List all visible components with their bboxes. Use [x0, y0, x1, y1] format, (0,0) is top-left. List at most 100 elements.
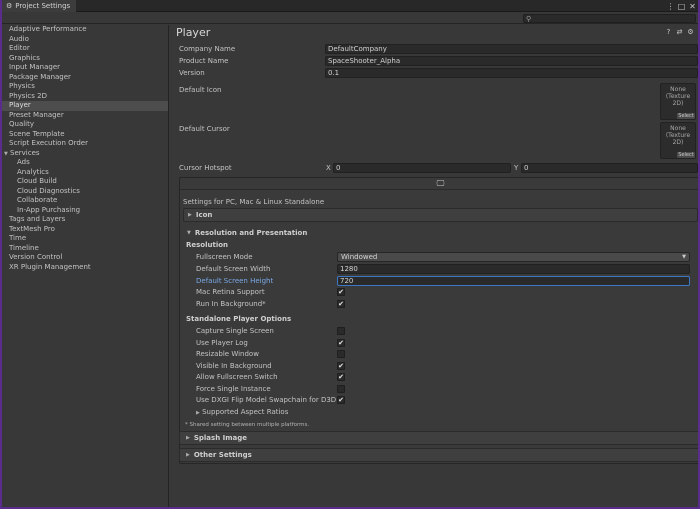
product-name-label: Product Name: [179, 57, 229, 65]
use-dxgi-flip-model-checkbox[interactable]: ✔: [337, 396, 345, 404]
default-cursor-none: None (Texture 2D): [661, 125, 695, 146]
sidebar-item-time[interactable]: Time: [2, 234, 168, 244]
default-icon-select-button[interactable]: Select: [677, 113, 695, 119]
search-bar: ⚲: [2, 12, 698, 24]
resizable-window-label: Resizable Window: [196, 350, 259, 358]
hotspot-x-field[interactable]: 0: [333, 163, 511, 173]
sidebar-item-physics[interactable]: Physics: [2, 82, 168, 92]
splash-image-section-header[interactable]: ▶ Splash Image: [179, 431, 698, 445]
sidebar-item-services[interactable]: ▼ Services: [2, 149, 168, 159]
splash-image-label: Splash Image: [193, 434, 248, 442]
sidebar-item-cloud-build[interactable]: Cloud Build: [2, 177, 168, 187]
close-icon[interactable]: ✕: [687, 0, 698, 12]
sidebar-item-collaborate[interactable]: Collaborate: [2, 196, 168, 206]
sidebar-item-tags-and-layers[interactable]: Tags and Layers: [2, 215, 168, 225]
search-icon: ⚲: [526, 14, 532, 23]
title-bar: ⚙ Project Settings ⋮ □ ✕: [2, 0, 698, 12]
company-name-label: Company Name: [179, 45, 236, 53]
search-input[interactable]: ⚲: [523, 14, 696, 23]
gear-icon[interactable]: ⚙: [687, 28, 694, 36]
resolution-section-header[interactable]: ▼ Resolution and Presentation: [183, 226, 698, 240]
sidebar-item-xr-plugin-management[interactable]: XR Plugin Management: [2, 263, 168, 273]
caret-right-icon: ▶: [186, 452, 190, 458]
sidebar-item-input-manager[interactable]: Input Manager: [2, 63, 168, 73]
default-cursor-none-text: None: [670, 125, 686, 132]
sidebar-item-player[interactable]: Player: [2, 101, 168, 111]
sidebar-item-ads[interactable]: Ads: [2, 158, 168, 168]
chevron-down-icon: ▼: [682, 254, 686, 260]
version-label: Version: [179, 69, 205, 77]
sidebar-item-audio[interactable]: Audio: [2, 35, 168, 45]
other-settings-label: Other Settings: [193, 451, 252, 459]
page-title: Player: [176, 26, 211, 39]
default-icon-slot[interactable]: None (Texture 2D) Select: [660, 83, 696, 120]
sidebar-item-adaptive-performance[interactable]: Adaptive Performance: [2, 25, 168, 35]
sidebar-item-analytics[interactable]: Analytics: [2, 168, 168, 178]
force-single-instance-label: Force Single Instance: [196, 385, 271, 393]
sidebar-item-cloud-diagnostics[interactable]: Cloud Diagnostics: [2, 187, 168, 197]
sidebar-item-package-manager[interactable]: Package Manager: [2, 73, 168, 83]
capture-single-screen-checkbox[interactable]: [337, 327, 345, 335]
fullscreen-mode-label: Fullscreen Mode: [196, 253, 253, 261]
help-icon[interactable]: ?: [665, 28, 672, 36]
caret-right-icon: ▶: [196, 410, 200, 416]
use-dxgi-flip-model-label: Use DXGI Flip Model Swapchain for D3D11: [196, 396, 346, 404]
default-icon-none: None (Texture 2D): [661, 86, 695, 107]
platform-settings-panel: 🖵 Settings for PC, Mac & Linux Standalon…: [179, 177, 698, 464]
standalone-options-subheader: Standalone Player Options: [186, 315, 292, 323]
visible-in-background-label: Visible In Background: [196, 362, 272, 370]
default-screen-height-label: Default Screen Height: [196, 277, 274, 285]
default-screen-width-field[interactable]: 1280: [337, 264, 690, 274]
platform-settings-title: Settings for PC, Mac & Linux Standalone: [183, 198, 325, 206]
fullscreen-mode-dropdown[interactable]: Windowed ▼: [337, 252, 690, 262]
sidebar-item-editor[interactable]: Editor: [2, 44, 168, 54]
preset-icon[interactable]: ⇄: [676, 28, 683, 36]
hotspot-y-field[interactable]: 0: [521, 163, 698, 173]
caret-right-icon: ▶: [188, 212, 192, 218]
product-name-field[interactable]: SpaceShooter_Alpha: [325, 56, 698, 66]
resolution-subheader: Resolution: [186, 241, 229, 249]
allow-fullscreen-switch-label: Allow Fullscreen Switch: [196, 373, 278, 381]
resizable-window-checkbox[interactable]: [337, 350, 345, 358]
caret-right-icon: ▶: [186, 435, 190, 441]
standalone-platform-tab[interactable]: 🖵: [180, 178, 698, 190]
icon-section-header[interactable]: ▶ Icon: [183, 208, 698, 222]
sidebar-item-physics-2d[interactable]: Physics 2D: [2, 92, 168, 102]
default-screen-height-field[interactable]: 720: [337, 276, 690, 286]
allow-fullscreen-switch-checkbox[interactable]: ✔: [337, 373, 345, 381]
header-icons: ? ⇄ ⚙: [665, 28, 694, 36]
default-screen-width-label: Default Screen Width: [196, 265, 271, 273]
sidebar-item-script-execution-order[interactable]: Script Execution Order: [2, 139, 168, 149]
sidebar-item-quality[interactable]: Quality: [2, 120, 168, 130]
sidebar-item-preset-manager[interactable]: Preset Manager: [2, 111, 168, 121]
window-title: Project Settings: [15, 2, 71, 10]
sidebar-item-in-app-purchasing[interactable]: In-App Purchasing: [2, 206, 168, 216]
default-icon-type-text: (Texture 2D): [665, 93, 691, 107]
company-name-field[interactable]: DefaultCompany: [325, 44, 698, 54]
mac-retina-support-label: Mac Retina Support: [196, 288, 265, 296]
sidebar-item-graphics[interactable]: Graphics: [2, 54, 168, 64]
maximize-icon[interactable]: □: [676, 0, 687, 12]
default-cursor-slot[interactable]: None (Texture 2D) Select: [660, 122, 696, 159]
sidebar-item-timeline[interactable]: Timeline: [2, 244, 168, 254]
visible-in-background-checkbox[interactable]: ✔: [337, 362, 345, 370]
run-in-background-checkbox[interactable]: ✔: [337, 300, 345, 308]
mac-retina-support-checkbox[interactable]: ✔: [337, 288, 345, 296]
player-settings-panel: Player ? ⇄ ⚙ Company Name DefaultCompany…: [170, 25, 698, 507]
sidebar-item-textmesh-pro[interactable]: TextMesh Pro: [2, 225, 168, 235]
other-settings-section-header[interactable]: ▶ Other Settings: [179, 448, 698, 462]
supported-aspect-ratios-foldout[interactable]: ▶ Supported Aspect Ratios: [196, 408, 288, 416]
resolution-section-label: Resolution and Presentation: [194, 229, 308, 237]
monitor-icon: 🖵: [436, 178, 445, 188]
force-single-instance-checkbox[interactable]: [337, 385, 345, 393]
use-player-log-checkbox[interactable]: ✔: [337, 339, 345, 347]
sidebar-item-scene-template[interactable]: Scene Template: [2, 130, 168, 140]
fullscreen-mode-value: Windowed: [341, 253, 378, 261]
sidebar-item-version-control[interactable]: Version Control: [2, 253, 168, 263]
window-tab[interactable]: ⚙ Project Settings: [2, 0, 77, 12]
kebab-menu-icon[interactable]: ⋮: [665, 0, 676, 12]
version-field[interactable]: 0.1: [325, 68, 698, 78]
icon-section-label: Icon: [195, 211, 213, 219]
project-settings-window: ⚙ Project Settings ⋮ □ ✕ ⚲ Adaptive Perf…: [2, 0, 698, 507]
default-cursor-select-button[interactable]: Select: [677, 152, 695, 158]
